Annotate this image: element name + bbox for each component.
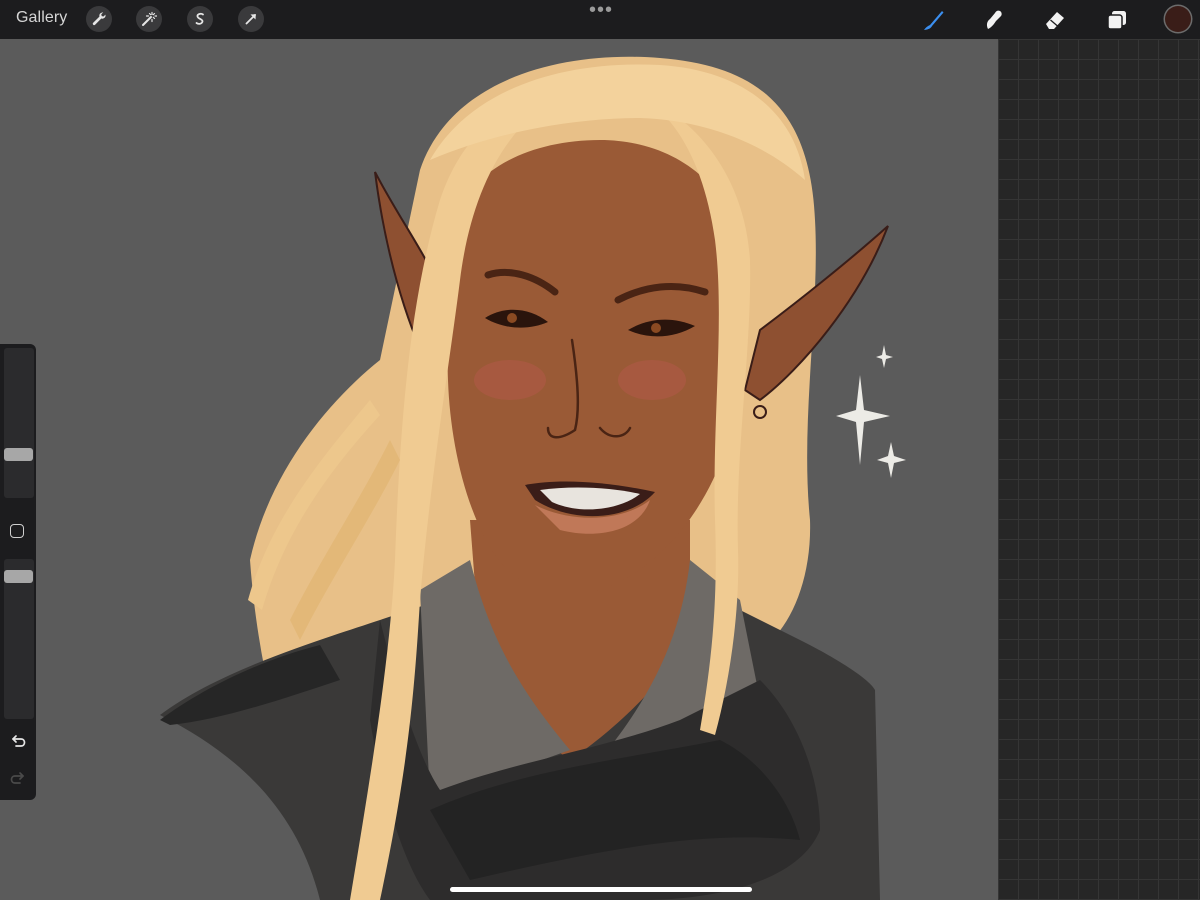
- layers-icon[interactable]: [1102, 5, 1132, 35]
- transform-arrow-icon[interactable]: [238, 6, 264, 32]
- home-indicator[interactable]: [450, 887, 752, 892]
- eraser-icon[interactable]: [1040, 5, 1070, 35]
- brush-icon[interactable]: [918, 5, 948, 35]
- magic-wand-icon[interactable]: [136, 6, 162, 32]
- selection-icon[interactable]: [187, 6, 213, 32]
- undo-icon[interactable]: [9, 731, 27, 749]
- drawing-canvas[interactable]: [0, 39, 998, 900]
- gallery-button[interactable]: Gallery: [16, 9, 67, 27]
- smudge-icon[interactable]: [979, 5, 1009, 35]
- more-options-handle[interactable]: •••: [589, 0, 613, 20]
- top-toolbar: Gallery •••: [0, 0, 1200, 39]
- sparkle-large: [836, 375, 890, 465]
- brush-size-thumb[interactable]: [4, 448, 33, 461]
- right-blush: [618, 360, 686, 400]
- brush-opacity-thumb[interactable]: [4, 570, 33, 583]
- brush-opacity-slider[interactable]: [4, 559, 34, 719]
- reference-grid-panel: [998, 39, 1200, 900]
- artwork-elf-portrait: [160, 56, 906, 900]
- brush-size-slider[interactable]: [4, 348, 34, 498]
- wrench-icon[interactable]: [86, 6, 112, 32]
- sparkle-small-top: [876, 345, 893, 368]
- left-blush: [474, 360, 546, 400]
- color-picker-swatch[interactable]: [1165, 6, 1191, 32]
- modify-button[interactable]: [10, 524, 24, 538]
- side-toolbar: [0, 344, 36, 800]
- sparkle-small-bottom: [877, 442, 906, 478]
- redo-icon[interactable]: [9, 768, 27, 786]
